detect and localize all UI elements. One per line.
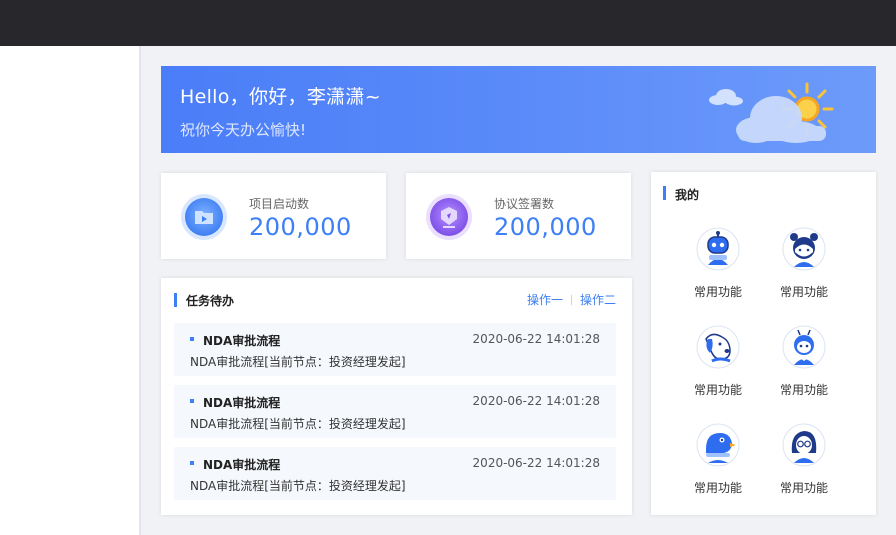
task-title: NDA审批流程 (203, 458, 281, 472)
task-desc: NDA审批流程[当前节点：投资经理发起] (190, 417, 406, 431)
sign-icon (426, 194, 472, 240)
function-shortcut[interactable]: 常用功能 (683, 227, 753, 300)
task-desc: NDA审批流程[当前节点：投资经理发起] (190, 355, 406, 369)
function-label: 常用功能 (693, 285, 742, 299)
section-marker (663, 186, 666, 200)
welcome-subtitle: 祝你今天办公愉快! (180, 121, 307, 139)
bullet-icon (190, 399, 194, 403)
function-shortcut[interactable]: 常用功能 (683, 423, 753, 496)
function-shortcut[interactable]: 常用功能 (769, 325, 839, 398)
function-label: 常用功能 (693, 481, 742, 495)
task-item[interactable]: NDA审批流程 2020-06-22 14:01:28 NDA审批流程[当前节点… (174, 323, 616, 376)
task-title: NDA审批流程 (203, 334, 281, 348)
task-time: 2020-06-22 14:01:28 (472, 394, 600, 408)
function-shortcut[interactable]: 常用功能 (769, 423, 839, 496)
function-shortcut[interactable]: 常用功能 (683, 325, 753, 398)
robot-avatar-icon (696, 227, 740, 271)
function-label: 常用功能 (779, 285, 828, 299)
stat-value: 200,000 (249, 213, 352, 241)
task-item[interactable]: NDA审批流程 2020-06-22 14:01:28 NDA审批流程[当前节点… (174, 447, 616, 500)
stat-card-agreements: 协议签署数 200,000 (406, 173, 631, 259)
stat-label: 项目启动数 (249, 197, 310, 211)
task-time: 2020-06-22 14:01:28 (472, 456, 600, 470)
dog-avatar-icon (696, 325, 740, 369)
action-two-link[interactable]: 操作二 (580, 291, 616, 308)
task-item[interactable]: NDA审批流程 2020-06-22 14:01:28 NDA审批流程[当前节点… (174, 385, 616, 438)
welcome-title: Hello，你好，李潇潇~ (180, 86, 381, 108)
task-title: NDA审批流程 (203, 396, 281, 410)
glasses-girl-avatar-icon (782, 423, 826, 467)
tasks-actions: 操作一 操作二 (527, 291, 616, 308)
task-desc: NDA审批流程[当前节点：投资经理发起] (190, 479, 406, 493)
mine-title: 我的 (675, 188, 700, 202)
welcome-banner: Hello，你好，李潇潇~ 祝你今天办公愉快! (161, 66, 876, 153)
function-shortcut[interactable]: 常用功能 (769, 227, 839, 300)
weather-sun-cloud-icon (709, 82, 834, 143)
task-todo-panel: 任务待办 操作一 操作二 NDA审批流程 2020-06-22 14:01:28… (161, 278, 632, 515)
section-marker (174, 293, 177, 307)
action-one-link[interactable]: 操作一 (527, 291, 563, 308)
stat-card-projects: 项目启动数 200,000 (161, 173, 386, 259)
divider (570, 294, 572, 305)
tasks-title: 任务待办 (186, 294, 235, 308)
bee-avatar-icon (782, 325, 826, 369)
function-label: 常用功能 (779, 383, 828, 397)
stat-label: 协议签署数 (494, 197, 555, 211)
girl-avatar-icon (782, 227, 826, 271)
function-label: 常用功能 (779, 481, 828, 495)
stat-value: 200,000 (494, 213, 597, 241)
sidebar (0, 46, 141, 535)
folder-icon (181, 194, 227, 240)
bullet-icon (190, 337, 194, 341)
function-label: 常用功能 (693, 383, 742, 397)
my-functions-panel: 我的 常用功能 常用功能 常用功能 常用功能 常用功能 常用功能 (651, 172, 876, 515)
task-time: 2020-06-22 14:01:28 (472, 332, 600, 346)
bullet-icon (190, 461, 194, 465)
bird-avatar-icon (696, 423, 740, 467)
top-navigation-bar (0, 0, 896, 46)
